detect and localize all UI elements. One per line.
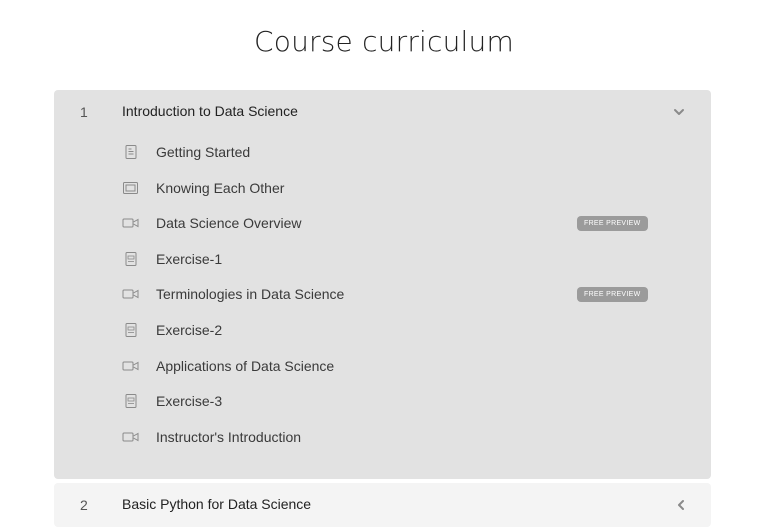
document-icon xyxy=(122,145,140,159)
lesson-item[interactable]: Knowing Each Other xyxy=(54,170,711,206)
video-icon xyxy=(122,359,140,373)
free-preview-badge[interactable]: FREE PREVIEW xyxy=(577,216,648,232)
lesson-label: Terminologies in Data Science xyxy=(156,286,345,303)
lesson-label: Data Science Overview xyxy=(156,215,302,232)
lesson-item[interactable]: Terminologies in Data Science FREE PREVI… xyxy=(54,276,711,312)
lesson-item[interactable]: Exercise-1 xyxy=(54,241,711,277)
video-icon xyxy=(122,216,140,230)
chevron-down-icon[interactable] xyxy=(671,104,687,120)
section-title: Introduction to Data Science xyxy=(122,103,298,119)
curriculum-accordion: 1 Introduction to Data Science Getting S… xyxy=(54,90,711,527)
code-file-icon xyxy=(122,251,140,266)
free-preview-badge[interactable]: FREE PREVIEW xyxy=(577,287,648,303)
slides-icon xyxy=(122,181,140,195)
section-introduction: 1 Introduction to Data Science Getting S… xyxy=(54,90,711,479)
lesson-item[interactable]: Exercise-2 xyxy=(54,312,711,348)
lesson-label: Getting Started xyxy=(156,144,251,160)
video-icon xyxy=(122,287,140,301)
video-icon xyxy=(122,430,140,444)
lesson-item[interactable]: Exercise-3 xyxy=(54,383,711,419)
lesson-label: Exercise-2 xyxy=(156,321,223,338)
section-title: Basic Python for Data Science xyxy=(122,496,312,512)
lesson-label: Instructor's Introduction xyxy=(156,428,302,445)
section-header[interactable]: 1 Introduction to Data Science xyxy=(54,90,711,134)
lesson-item[interactable]: Instructor's Introduction xyxy=(54,419,711,455)
lesson-item[interactable]: Data Science Overview FREE PREVIEW xyxy=(54,205,711,241)
code-file-icon xyxy=(122,394,140,409)
section-header[interactable]: 2 Basic Python for Data Science xyxy=(54,483,711,527)
page-title: Course curriculum xyxy=(254,25,514,58)
lesson-label: Applications of Data Science xyxy=(156,357,335,374)
page: Course curriculum 1 Introduction to Data… xyxy=(0,0,768,529)
section-basic-python: 2 Basic Python for Data Science xyxy=(54,483,711,527)
lesson-label: Knowing Each Other xyxy=(156,179,285,196)
lesson-label: Exercise-3 xyxy=(156,393,223,410)
lesson-item[interactable]: Getting Started xyxy=(54,134,711,170)
chevron-left-icon[interactable] xyxy=(673,497,689,513)
code-file-icon xyxy=(122,322,140,337)
lesson-item[interactable]: Applications of Data Science xyxy=(54,348,711,384)
lesson-list: Getting Started Knowing Each Other Data … xyxy=(54,134,711,454)
section-number: 2 xyxy=(80,497,88,513)
section-number: 1 xyxy=(80,104,88,120)
lesson-label: Exercise-1 xyxy=(156,250,223,267)
